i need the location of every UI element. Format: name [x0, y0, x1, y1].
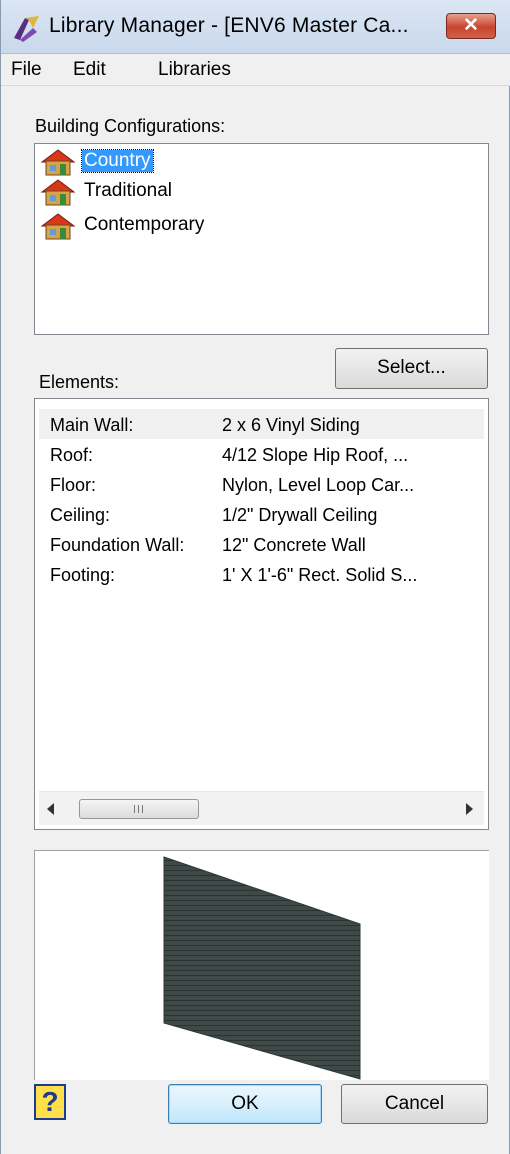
config-label: Country — [81, 149, 154, 173]
element-value: 2 x 6 Vinyl Siding — [222, 415, 360, 435]
menu-libraries[interactable]: Libraries — [158, 59, 231, 81]
config-label: Contemporary — [84, 214, 205, 235]
element-name: Floor: — [50, 475, 97, 495]
element-value: 12" Concrete Wall — [222, 535, 366, 555]
element-name: Main Wall: — [50, 415, 134, 435]
table-row[interactable]: Footing: 1' X 1'-6" Rect. Solid S... — [39, 559, 484, 589]
elements-label: Elements: — [39, 372, 120, 392]
grip-icon — [134, 805, 146, 813]
element-name: Footing: — [50, 565, 116, 585]
menu-edit[interactable]: Edit — [73, 59, 106, 81]
scroll-left-icon[interactable] — [47, 803, 54, 815]
building-configurations-label: Building Configurations: — [35, 116, 226, 136]
element-name: Roof: — [50, 445, 94, 465]
house-icon — [40, 149, 76, 176]
close-button[interactable]: ✕ — [446, 13, 496, 39]
table-row[interactable]: Floor: Nylon, Level Loop Car... — [39, 469, 484, 499]
element-value: 4/12 Slope Hip Roof, ... — [222, 445, 409, 465]
app-logo-icon — [14, 16, 39, 42]
horizontal-scrollbar[interactable] — [39, 791, 484, 825]
house-icon — [40, 179, 76, 206]
window-title: Library Manager - [ENV6 Master Ca... — [49, 14, 409, 37]
scrollbar-thumb[interactable] — [79, 799, 199, 819]
table-row[interactable]: Main Wall: 2 x 6 Vinyl Siding — [39, 409, 484, 439]
elements-rows: Main Wall: 2 x 6 Vinyl Siding Roof: 4/12… — [39, 403, 484, 791]
table-row[interactable]: Roof: 4/12 Slope Hip Roof, ... — [39, 439, 484, 469]
library-manager-window: Library Manager - [ENV6 Master Ca... ✕ F… — [0, 0, 510, 1154]
cancel-button[interactable]: Cancel — [341, 1084, 488, 1124]
title-bar[interactable]: Library Manager - [ENV6 Master Ca... ✕ — [1, 0, 510, 54]
menu-bar: File Edit Libraries — [1, 54, 510, 86]
house-icon — [40, 213, 76, 240]
elements-list[interactable]: Main Wall: 2 x 6 Vinyl Siding Roof: 4/12… — [34, 398, 489, 830]
element-value: 1/2" Drywall Ceiling — [222, 505, 378, 525]
config-item-country[interactable]: Country — [40, 147, 340, 177]
element-value: Nylon, Level Loop Car... — [222, 475, 415, 495]
select-button[interactable]: Select... — [335, 348, 488, 389]
ok-button[interactable]: OK — [168, 1084, 322, 1124]
wall-preview-image — [163, 856, 361, 1080]
help-button[interactable]: ? — [34, 1084, 66, 1120]
building-configurations-list[interactable]: Country Traditional Contemporary — [34, 143, 489, 335]
table-row[interactable]: Ceiling: 1/2" Drywall Ceiling — [39, 499, 484, 529]
element-name: Foundation Wall: — [50, 535, 185, 555]
element-preview — [34, 850, 489, 1080]
config-label: Traditional — [84, 180, 173, 201]
element-name: Ceiling: — [50, 505, 111, 525]
config-item-contemporary[interactable]: Contemporary — [40, 211, 340, 241]
config-item-traditional[interactable]: Traditional — [40, 177, 340, 207]
table-row[interactable]: Foundation Wall: 12" Concrete Wall — [39, 529, 484, 559]
scroll-right-icon[interactable] — [466, 803, 473, 815]
element-value: 1' X 1'-6" Rect. Solid S... — [222, 565, 418, 585]
menu-file[interactable]: File — [11, 59, 42, 81]
